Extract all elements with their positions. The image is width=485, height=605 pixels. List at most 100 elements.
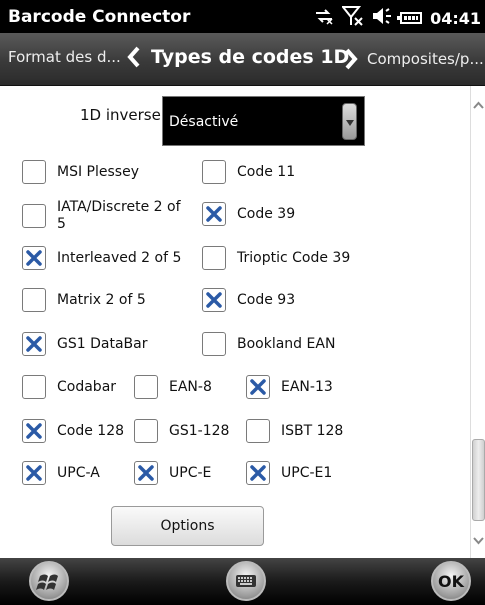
checkbox-label: Code 128: [57, 422, 125, 439]
check-x-icon: [250, 465, 266, 481]
checkbox-label: Trioptic Code 39: [237, 249, 351, 266]
checkbox-box[interactable]: [202, 288, 226, 312]
checkbox-label: UPC-E1: [281, 464, 333, 481]
checkbox-label-line2: 5: [57, 216, 66, 232]
checkbox-ean-8[interactable]: EAN-8: [134, 375, 212, 399]
checkbox-box[interactable]: [22, 419, 46, 443]
checkbox-label-line1: IATA/Discrete 2 of: [57, 199, 181, 215]
checkbox-upc-e[interactable]: UPC-E: [134, 461, 211, 485]
checkbox-trioptic[interactable]: Trioptic Code 39: [202, 246, 350, 270]
checkbox-box[interactable]: [22, 375, 46, 399]
connectivity-icon[interactable]: [314, 7, 334, 29]
checkbox-box[interactable]: [22, 204, 46, 228]
check-x-icon: [250, 379, 266, 395]
inverse-select-value: Désactivé: [169, 114, 239, 130]
dropdown-arrow-icon[interactable]: [342, 103, 357, 140]
checkbox-label: UPC-A: [57, 464, 100, 481]
checkbox-box[interactable]: [134, 461, 158, 485]
checkbox-label: Code 39: [237, 205, 296, 222]
checkbox-label: GS1 DataBar: [57, 335, 148, 352]
check-x-icon: [206, 292, 222, 308]
checkbox-box[interactable]: [202, 160, 226, 184]
checkbox-box[interactable]: [202, 246, 226, 270]
checkbox-label: Matrix 2 of 5: [57, 291, 146, 308]
checkbox-box[interactable]: [22, 288, 46, 312]
inverse-select[interactable]: Désactivé: [162, 96, 365, 146]
checkbox-label: UPC-E: [169, 464, 212, 481]
check-x-icon: [138, 465, 154, 481]
nav-next[interactable]: Composites/p...: [344, 48, 484, 70]
checkbox-box[interactable]: [202, 332, 226, 356]
checkbox-upc-e1[interactable]: UPC-E1: [246, 461, 332, 485]
checkbox-matrix[interactable]: Matrix 2 of 5: [22, 288, 146, 312]
bottom-bar: OK: [0, 558, 485, 605]
status-bar: Barcode Connector 04:41: [0, 0, 485, 33]
checkbox-interleaved[interactable]: Interleaved 2 of 5: [22, 246, 181, 270]
options-button[interactable]: Options: [111, 506, 264, 546]
chevron-right-icon[interactable]: [344, 48, 358, 70]
checkbox-codabar[interactable]: Codabar: [22, 375, 116, 399]
chevron-down-icon[interactable]: [473, 531, 484, 545]
check-x-icon: [26, 423, 42, 439]
checkbox-upc-a[interactable]: UPC-A: [22, 461, 100, 485]
checkbox-label: Code 11: [237, 163, 296, 180]
checkbox-msi-plessey[interactable]: MSI Plessey: [22, 160, 139, 184]
keyboard-button[interactable]: [226, 561, 266, 601]
checkbox-label: IATA/Discrete 2 of 5: [57, 199, 181, 233]
checkbox-box[interactable]: [22, 461, 46, 485]
checkbox-gs1-databar[interactable]: GS1 DataBar: [22, 332, 147, 356]
nav-current: Types de codes 1D: [127, 46, 349, 68]
volume-icon[interactable]: [372, 7, 392, 29]
settings-content: 1D inverse Désactivé MSI Plessey Code 11…: [0, 86, 470, 558]
checkbox-label: Code 93: [237, 291, 296, 308]
nav-prev-label[interactable]: Format des d...: [8, 48, 121, 66]
checkbox-box[interactable]: [246, 375, 270, 399]
checkbox-box[interactable]: [22, 160, 46, 184]
signal-off-icon[interactable]: [340, 6, 364, 30]
checkbox-label: Interleaved 2 of 5: [57, 249, 182, 266]
checkbox-label: Codabar: [57, 378, 117, 395]
nav-header: Format des d... Types de codes 1D Compos…: [0, 33, 485, 86]
start-button[interactable]: [29, 561, 69, 601]
checkbox-box[interactable]: [246, 461, 270, 485]
checkbox-box[interactable]: [22, 246, 46, 270]
chevron-left-icon[interactable]: [127, 46, 141, 68]
checkbox-iata-discrete[interactable]: IATA/Discrete 2 of 5: [22, 199, 181, 233]
checkbox-bookland[interactable]: Bookland EAN: [202, 332, 335, 356]
inverse-label: 1D inverse: [80, 106, 161, 124]
checkbox-code-11[interactable]: Code 11: [202, 160, 295, 184]
checkbox-isbt-128[interactable]: ISBT 128: [246, 419, 343, 443]
checkbox-box[interactable]: [134, 375, 158, 399]
checkbox-label: ISBT 128: [281, 422, 344, 439]
clock[interactable]: 04:41: [430, 9, 481, 28]
check-x-icon: [26, 465, 42, 481]
windows-logo-icon: [36, 574, 58, 590]
checkbox-box[interactable]: [246, 419, 270, 443]
ok-button[interactable]: OK: [431, 561, 471, 601]
checkbox-gs1-128[interactable]: GS1-128: [134, 419, 229, 443]
checkbox-box[interactable]: [22, 332, 46, 356]
nav-next-label[interactable]: Composites/p...: [367, 50, 484, 68]
checkbox-label: Bookland EAN: [237, 335, 336, 352]
scrollbar[interactable]: [470, 86, 485, 558]
battery-icon[interactable]: [397, 12, 423, 24]
chevron-up-icon[interactable]: [473, 96, 484, 109]
check-x-icon: [206, 206, 222, 222]
checkbox-box[interactable]: [134, 419, 158, 443]
checkbox-code-93[interactable]: Code 93: [202, 288, 295, 312]
checkbox-label: GS1-128: [169, 422, 230, 439]
app-title: Barcode Connector: [8, 7, 191, 27]
check-x-icon: [26, 336, 42, 352]
checkbox-code-39[interactable]: Code 39: [202, 202, 295, 226]
checkbox-box[interactable]: [202, 202, 226, 226]
checkbox-label: MSI Plessey: [57, 163, 139, 180]
page-title: Types de codes 1D: [151, 46, 350, 68]
checkbox-label: EAN-8: [169, 378, 212, 395]
keyboard-icon: [236, 575, 256, 587]
checkbox-label: EAN-13: [281, 378, 333, 395]
checkbox-code-128[interactable]: Code 128: [22, 419, 124, 443]
scrollbar-thumb[interactable]: [472, 439, 485, 521]
checkbox-ean-13[interactable]: EAN-13: [246, 375, 333, 399]
check-x-icon: [26, 250, 42, 266]
status-icons: 04:41: [314, 6, 481, 30]
